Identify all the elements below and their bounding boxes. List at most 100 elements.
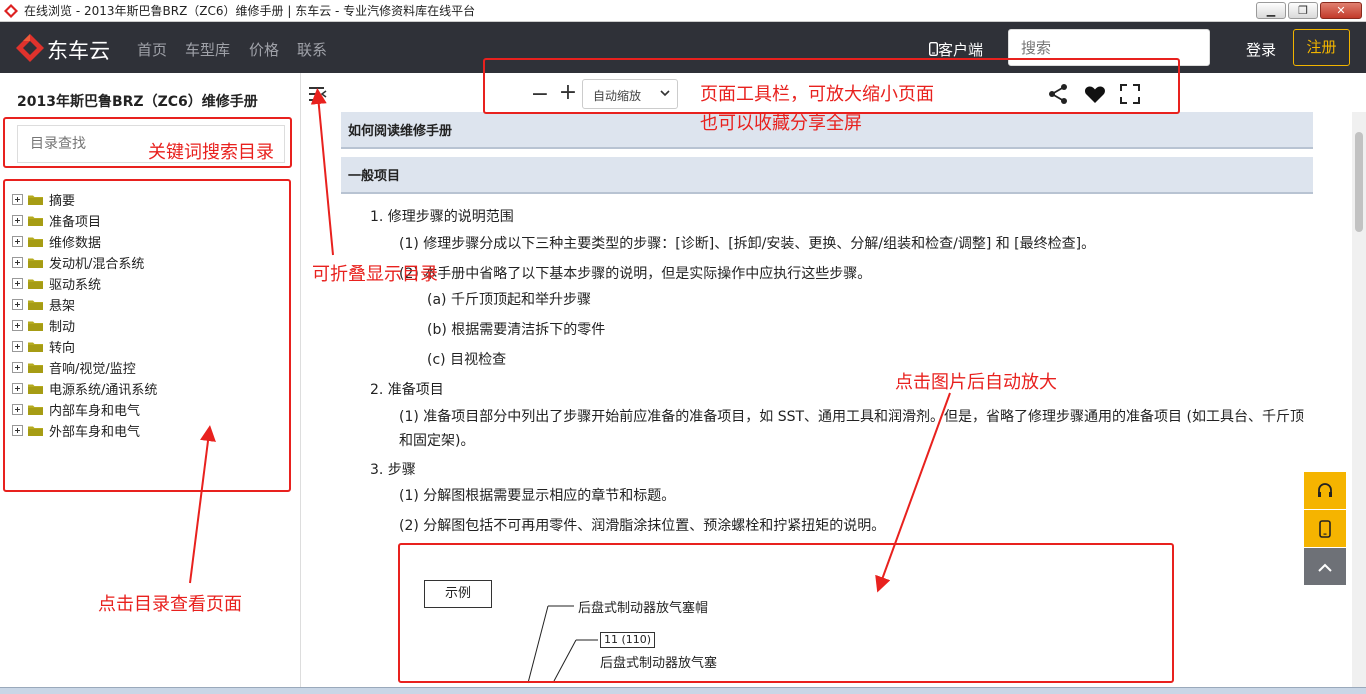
client-download-link[interactable]: 客户端 (928, 39, 983, 60)
expand-icon[interactable] (12, 362, 23, 373)
nav-pricing[interactable]: 价格 (249, 39, 279, 60)
collapse-toc-icon[interactable] (308, 85, 328, 103)
doc-line: (c) 目视检查 (427, 352, 507, 368)
toc-item-label: 准备项目 (49, 215, 102, 230)
toc-item[interactable]: 内部车身和电气 (12, 399, 157, 420)
toc-item-label: 转向 (49, 341, 76, 356)
toc-item-label: 发动机/混合系统 (49, 257, 145, 272)
toc-item[interactable]: 电源系统/通讯系统 (12, 378, 157, 399)
annotation-image-text: 点击图片后自动放大 (895, 372, 1057, 393)
toc-item-label: 维修数据 (49, 236, 102, 251)
doc-line: (1) 修理步骤分成以下三种主要类型的步骤：[诊断]、[拆卸/安装、更换、分解/… (399, 236, 1096, 252)
zoom-mode-value: 自动缩放 (593, 89, 642, 103)
folder-icon (28, 279, 43, 289)
expand-icon[interactable] (12, 341, 23, 352)
scrollbar-thumb[interactable] (1355, 132, 1363, 232)
phone-icon (928, 41, 938, 57)
folder-icon (28, 405, 43, 415)
expand-icon[interactable] (12, 404, 23, 415)
folder-icon (28, 216, 43, 226)
nav-contact[interactable]: 联系 (297, 39, 327, 60)
folder-icon (28, 321, 43, 331)
doc-line: (1) 准备项目部分中列出了步骤开始前应准备的准备项目，如 SST、通用工具和润… (399, 409, 1304, 449)
close-window-button[interactable]: ✕ (1320, 2, 1362, 19)
annotation-search-text: 关键词搜索目录 (148, 142, 274, 163)
zoom-in-button[interactable]: + (558, 80, 578, 105)
expand-icon[interactable] (12, 383, 23, 394)
folder-icon (28, 426, 43, 436)
back-to-top-button[interactable] (1304, 548, 1346, 585)
expand-icon[interactable] (12, 215, 23, 226)
toc-item[interactable]: 音响/视觉/监控 (12, 357, 157, 378)
toc-item-label: 悬架 (49, 299, 76, 314)
doc-line: (a) 千斤顶顶起和举升步骤 (427, 292, 591, 308)
chevron-up-icon (1318, 563, 1332, 572)
expand-icon[interactable] (12, 278, 23, 289)
toc-item[interactable]: 悬架 (12, 294, 157, 315)
expand-icon[interactable] (12, 257, 23, 268)
toc-item-label: 制动 (49, 320, 76, 335)
folder-icon (28, 237, 43, 247)
manual-title: 2013年斯巴鲁BRZ（ZC6）维修手册 (17, 94, 258, 110)
toc-item[interactable]: 摘要 (12, 189, 157, 210)
doc-line: 1. 修理步骤的说明范围 (370, 209, 514, 225)
expand-icon[interactable] (12, 299, 23, 310)
toc-item[interactable]: 制动 (12, 315, 157, 336)
annotation-toc-text: 点击目录查看页面 (98, 594, 242, 615)
toc-item-label: 内部车身和电气 (49, 404, 141, 419)
phone-icon (1319, 519, 1331, 538)
toc-item-label: 摘要 (49, 194, 76, 209)
annotation-toolbar-text: 页面工具栏，可放大缩小页面 (700, 84, 934, 105)
nav-home[interactable]: 首页 (137, 39, 167, 60)
expand-icon[interactable] (12, 194, 23, 205)
minimize-button[interactable]: ▁ (1256, 2, 1286, 19)
doc-line: 2. 准备项目 (370, 382, 444, 398)
callout-leader-lines (527, 605, 598, 684)
toc-tree: 摘要准备项目维修数据发动机/混合系统 驱动系统悬架制动转向 音响/视觉/监控电源系统… (12, 189, 157, 441)
expand-icon[interactable] (12, 236, 23, 247)
mobile-app-button[interactable] (1304, 510, 1346, 547)
toc-item[interactable]: 转向 (12, 336, 157, 357)
doc-line: (b) 根据需要清洁拆下的零件 (427, 322, 606, 338)
annotation-collapse-text: 可折叠显示目录 (312, 264, 438, 285)
brand-name[interactable]: 东车云 (47, 35, 110, 65)
nav-car-models[interactable]: 车型库 (185, 39, 230, 60)
folder-icon (28, 342, 43, 352)
site-search-input[interactable] (1008, 29, 1210, 66)
register-button[interactable]: 注册 (1293, 29, 1350, 66)
content-scrollbar[interactable] (1352, 112, 1366, 694)
doc-line: (1) 分解图根据需要显示相应的章节和标题。 (399, 488, 676, 504)
folder-icon (28, 195, 43, 205)
login-link[interactable]: 登录 (1246, 39, 1276, 60)
toc-item-label: 驱动系统 (49, 278, 102, 293)
doc-line: (2) 本手册中省略了以下基本步骤的说明，但是实际操作中应执行这些步骤。 (399, 266, 872, 282)
toc-item[interactable]: 准备项目 (12, 210, 157, 231)
customer-service-button[interactable] (1304, 472, 1346, 509)
headset-icon (1318, 482, 1332, 497)
toc-item[interactable]: 发动机/混合系统 (12, 252, 157, 273)
zoom-out-button[interactable]: − (530, 82, 550, 107)
folder-icon (28, 384, 43, 394)
toc-item[interactable]: 外部车身和电气 (12, 420, 157, 441)
folder-icon (28, 300, 43, 310)
toc-item-label: 电源系统/通讯系统 (49, 383, 158, 398)
chevron-down-icon (660, 90, 670, 97)
logo-icon[interactable] (15, 33, 45, 63)
toc-item[interactable]: 驱动系统 (12, 273, 157, 294)
section-header[interactable]: 一般项目 (341, 157, 1313, 194)
favorite-heart-icon[interactable] (1083, 82, 1107, 106)
fullscreen-icon[interactable] (1118, 82, 1142, 106)
share-icon[interactable] (1046, 82, 1070, 106)
expand-icon[interactable] (12, 425, 23, 436)
window-title: 在线浏览 - 2013年斯巴鲁BRZ（ZC6）维修手册 | 东车云 - 专业汽修… (24, 4, 476, 18)
folder-icon (28, 258, 43, 268)
expand-icon[interactable] (12, 320, 23, 331)
zoom-mode-select[interactable]: 自动缩放 (582, 79, 678, 109)
window-titlebar: 在线浏览 - 2013年斯巴鲁BRZ（ZC6）维修手册 | 东车云 - 专业汽修… (0, 0, 1366, 22)
exploded-diagram-figure[interactable]: 示例 后盘式制动器放气塞帽 11 (110) 后盘式制动器放气塞 (400, 545, 1172, 694)
top-navbar: 东车云 首页 车型库 价格 联系 客户端 登录 注册 (0, 22, 1366, 73)
toc-item[interactable]: 维修数据 (12, 231, 157, 252)
doc-line: (2) 分解图包括不可再用零件、润滑脂涂抹位置、预涂螺栓和拧紧扭矩的说明。 (399, 518, 886, 534)
maximize-button[interactable]: ❐ (1288, 2, 1318, 19)
doc-line: 3. 步骤 (370, 462, 416, 478)
